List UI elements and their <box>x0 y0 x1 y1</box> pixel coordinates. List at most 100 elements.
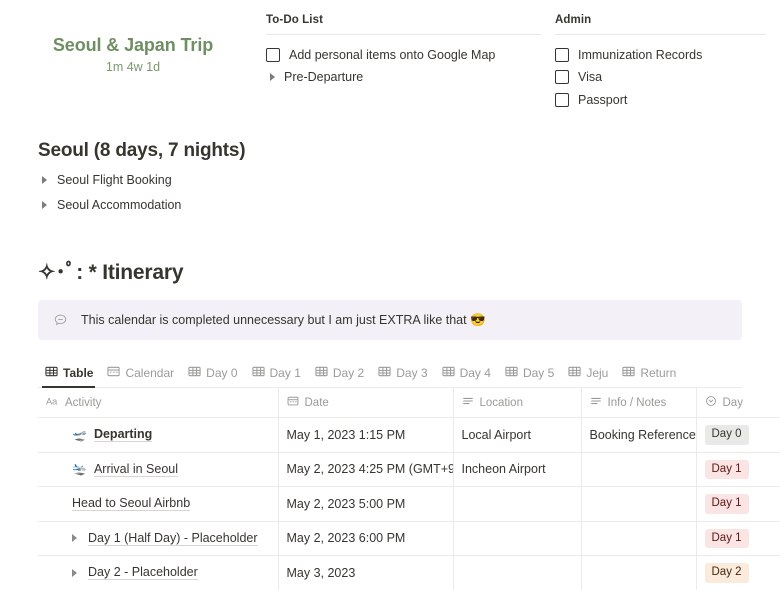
text-type-icon: Aa <box>46 396 59 410</box>
seoul-toggle-flight-booking[interactable]: Seoul Flight Booking <box>38 173 742 187</box>
tab-jeju[interactable]: Jeju <box>563 365 617 387</box>
status-badge: Day 1 <box>704 459 749 480</box>
chevron-right-icon[interactable] <box>270 73 275 82</box>
cell-day[interactable]: Day 2 <box>696 555 780 590</box>
tab-label: Jeju <box>586 366 609 380</box>
tab-day-4[interactable]: Day 4 <box>437 365 500 387</box>
activity-title: Head to Seoul Airbnb <box>72 496 191 512</box>
table-row[interactable]: Day 2 - Placeholder May 3, 2023 Day 2 <box>38 555 780 590</box>
cell-info-notes[interactable]: Booking Reference: <box>581 417 697 453</box>
tab-table[interactable]: Table <box>40 365 102 388</box>
select-icon <box>705 395 717 410</box>
tab-day-2[interactable]: Day 2 <box>310 365 373 387</box>
page-title: Seoul & Japan Trip <box>52 35 214 55</box>
seoul-section: Seoul (8 days, 7 nights) Seoul Flight Bo… <box>0 140 780 590</box>
tab-day-3[interactable]: Day 3 <box>373 365 436 387</box>
page-header-region: Seoul & Japan Trip 1m 4w 1d To-Do List A… <box>0 0 780 120</box>
column-header-label: Day <box>722 396 743 409</box>
column-header-info-notes[interactable]: Info / Notes <box>581 388 697 418</box>
cell-date[interactable]: May 2, 2023 5:00 PM <box>278 486 454 522</box>
itinerary-heading: ✧･ﾟ: * Itinerary <box>38 261 184 284</box>
cell-activity[interactable]: Day 2 - Placeholder <box>38 555 279 590</box>
checkbox-icon[interactable] <box>266 48 280 63</box>
column-header-location[interactable]: Location <box>453 388 582 418</box>
column-header-activity[interactable]: Aa Activity <box>38 388 279 418</box>
table-icon <box>251 365 265 381</box>
cell-date[interactable]: May 2, 2023 4:25 PM (GMT+9) <box>278 452 454 488</box>
todo-toggle-item[interactable]: Pre-Departure <box>266 66 555 88</box>
cell-date[interactable]: May 2, 2023 6:00 PM <box>278 521 454 557</box>
cell-day[interactable]: Day 1 <box>696 452 780 488</box>
cell-date[interactable]: May 3, 2023 <box>278 555 454 590</box>
table-icon <box>45 365 58 381</box>
cell-day[interactable]: Day 1 <box>696 486 780 522</box>
cell-info-notes[interactable] <box>581 486 697 522</box>
checkbox-icon[interactable] <box>555 92 569 107</box>
status-badge: Day 2 <box>704 563 749 583</box>
seoul-toggle-accommodation[interactable]: Seoul Accommodation <box>38 198 742 212</box>
todo-divider <box>266 34 541 35</box>
tab-label: Table <box>63 366 94 380</box>
table-row[interactable]: 🛬 Arrival in Seoul May 2, 2023 4:25 PM (… <box>38 452 780 488</box>
table-icon <box>315 365 328 381</box>
tab-label: Day 3 <box>396 366 428 380</box>
cell-activity[interactable]: 🛬 Arrival in Seoul <box>38 452 279 488</box>
trip-title-block: Seoul & Japan Trip 1m 4w 1d <box>0 0 266 74</box>
admin-item[interactable]: Passport <box>555 89 780 111</box>
column-header-label: Location <box>479 396 523 409</box>
admin-heading: Admin <box>555 14 592 26</box>
table-icon <box>442 365 455 381</box>
tab-day-0[interactable]: Day 0 <box>183 365 246 387</box>
cell-day[interactable]: Day 1 <box>696 521 780 557</box>
column-header-day[interactable]: Day <box>696 388 780 418</box>
table-icon <box>505 365 518 381</box>
checkbox-icon[interactable] <box>555 48 569 63</box>
cell-location[interactable] <box>453 486 582 522</box>
todo-item[interactable]: Add personal items onto Google Map <box>266 44 555 66</box>
airplane-arrival-icon: 🛬 <box>72 462 87 477</box>
table-header-row: Aa Activity Date Location Info / Notes D… <box>38 388 780 418</box>
tab-label: Calendar <box>125 366 175 380</box>
tab-label: Day 2 <box>332 366 365 380</box>
table-icon <box>622 365 635 381</box>
cell-location[interactable] <box>453 521 582 557</box>
admin-item[interactable]: Visa <box>555 66 780 88</box>
tab-return[interactable]: Return <box>617 365 685 387</box>
admin-item[interactable]: Immunization Records <box>555 44 780 66</box>
cell-info-notes[interactable] <box>581 521 697 557</box>
column-header-date[interactable]: Date <box>278 388 454 418</box>
chevron-right-icon[interactable] <box>72 568 77 577</box>
tab-day-1[interactable]: Day 1 <box>247 365 310 387</box>
activity-title: Departing <box>93 427 153 443</box>
cell-location[interactable]: Local Airport <box>453 417 582 453</box>
tab-label: Day 0 <box>206 366 238 380</box>
cell-activity[interactable]: Head to Seoul Airbnb <box>38 486 279 522</box>
table-row[interactable]: Head to Seoul Airbnb May 2, 2023 5:00 PM… <box>38 486 780 522</box>
cell-activity[interactable]: Day 1 (Half Day) - Placeholder <box>38 521 279 557</box>
chevron-right-icon[interactable] <box>72 534 77 543</box>
tab-day-5[interactable]: Day 5 <box>500 365 563 387</box>
cell-info-notes[interactable] <box>581 555 697 590</box>
cell-activity[interactable]: 🛫 Departing <box>38 417 279 453</box>
table-row[interactable]: 🛫 Departing May 1, 2023 1:15 PM Local Ai… <box>38 417 780 453</box>
activity-title: Day 2 - Placeholder <box>88 565 198 581</box>
calendar-icon <box>107 365 121 381</box>
cell-info-notes[interactable] <box>581 452 697 488</box>
column-header-label: Activity <box>65 396 102 409</box>
tab-calendar[interactable]: Calendar <box>102 365 183 387</box>
seoul-heading: Seoul (8 days, 7 nights) <box>38 140 246 161</box>
status-badge: Day 0 <box>704 425 749 445</box>
checkbox-icon[interactable] <box>555 70 569 85</box>
cell-location[interactable] <box>453 555 582 590</box>
table-row[interactable]: Day 1 (Half Day) - Placeholder May 2, 20… <box>38 521 780 557</box>
cell-location[interactable]: Incheon Airport <box>453 452 582 488</box>
chevron-right-icon[interactable] <box>42 176 47 184</box>
tab-label: Day 4 <box>459 366 491 380</box>
airplane-departure-icon: 🛫 <box>72 427 87 442</box>
todo-list-heading: To-Do List <box>266 14 323 26</box>
chevron-right-icon[interactable] <box>42 201 47 209</box>
cell-date[interactable]: May 1, 2023 1:15 PM <box>278 417 454 453</box>
tab-label: Return <box>640 366 677 380</box>
cell-day[interactable]: Day 0 <box>696 417 780 453</box>
text-lines-icon <box>590 395 602 410</box>
